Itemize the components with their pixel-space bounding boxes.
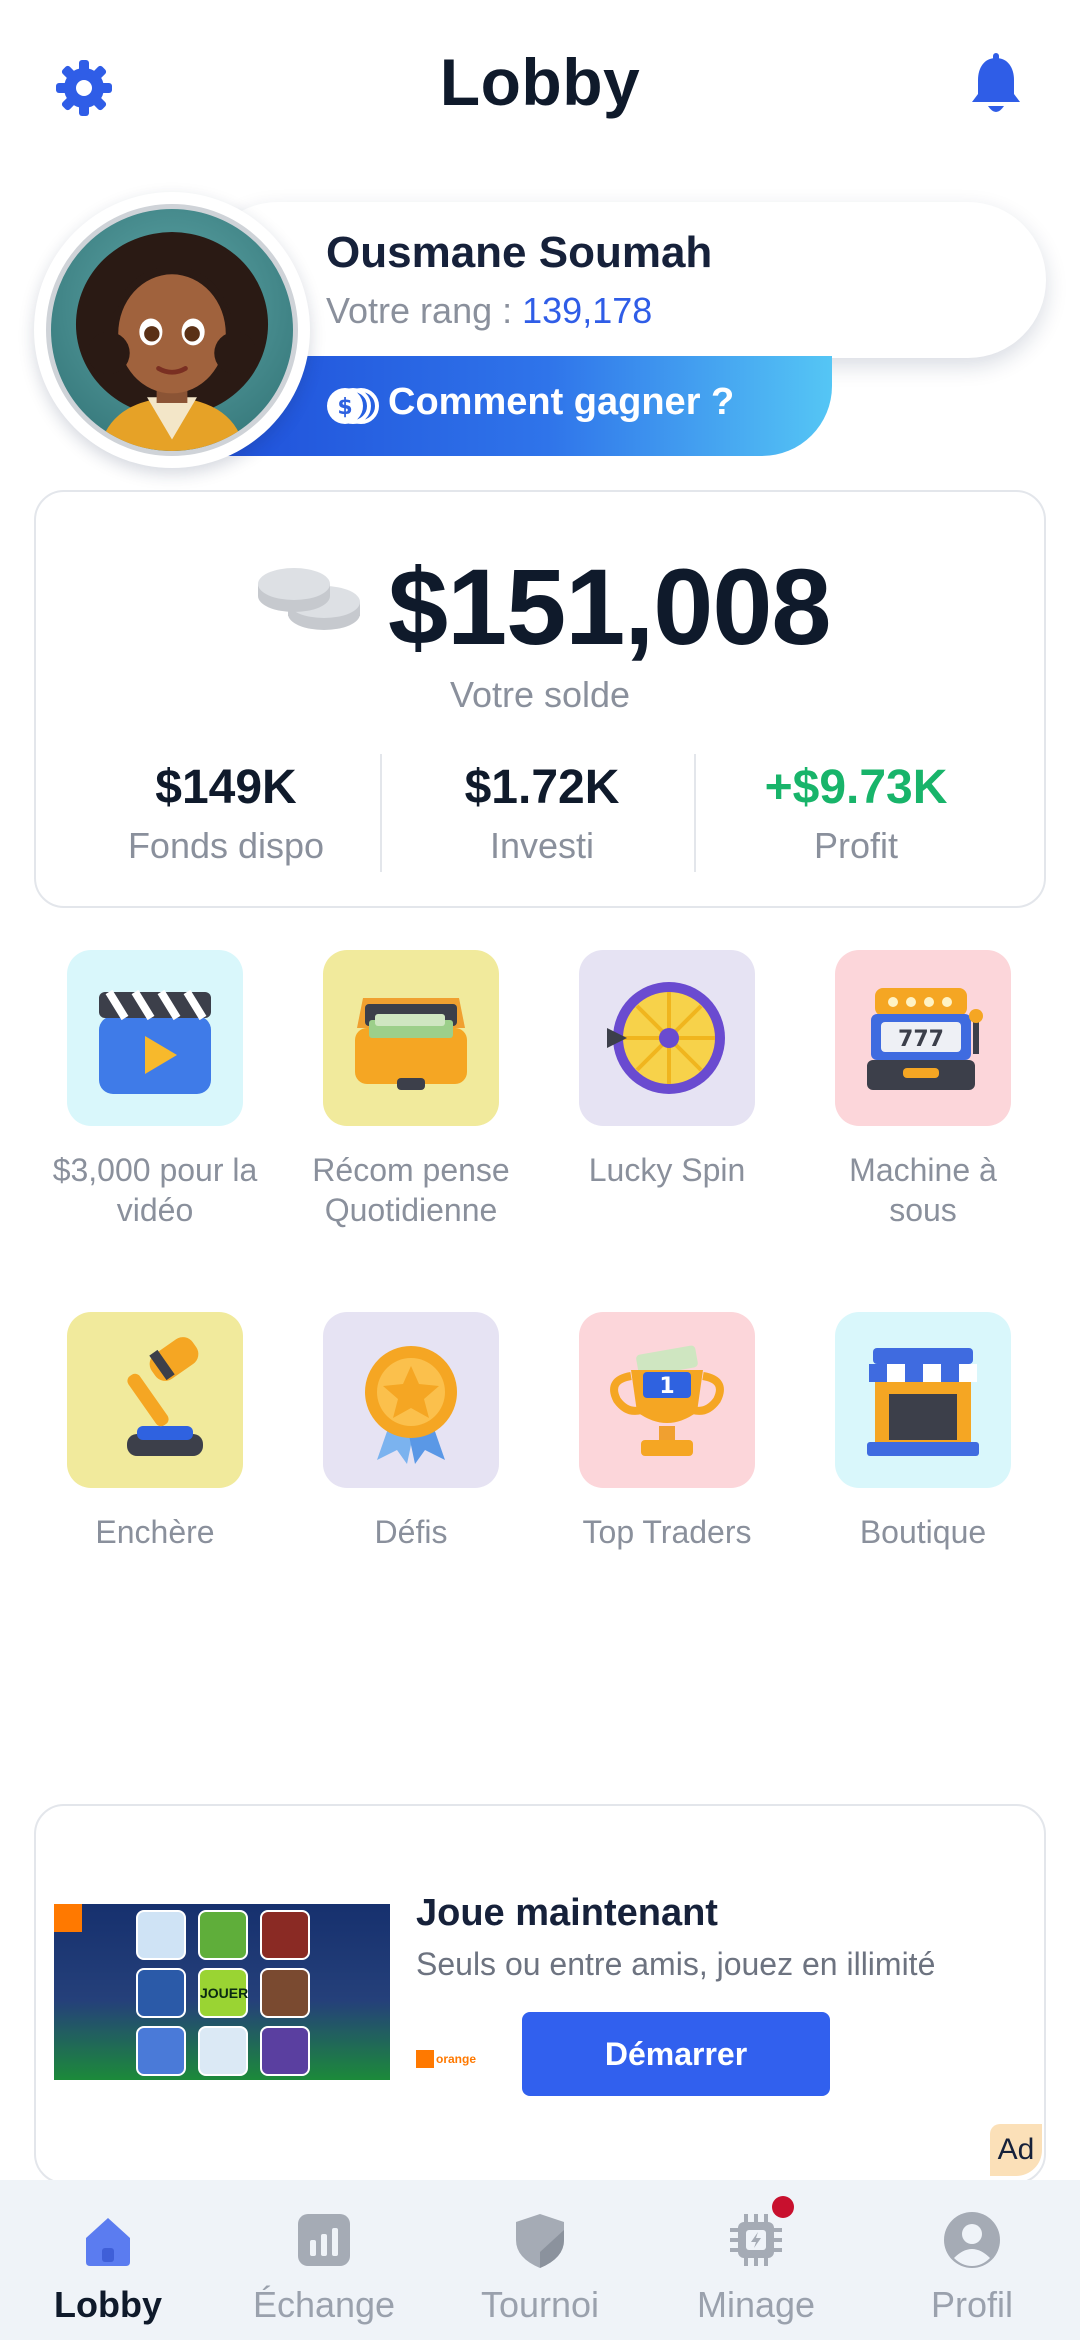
nav-lobby[interactable]: Lobby [8,2210,208,2326]
coins-icon: $ [325,386,379,426]
feature-label: Lucky Spin [588,1152,746,1188]
feature-label: Enchère [95,1514,215,1550]
stat-invested: $1.72K Investi [382,760,702,867]
nav-profile[interactable]: Profil [872,2210,1072,2326]
feature-tile [67,1312,243,1488]
rank-value: 139,178 [522,290,653,331]
chip-icon [726,2196,794,2270]
game-thumbnail [198,1910,248,1960]
page-title: Lobby [439,45,641,119]
nav-label: Tournoi [480,2284,600,2325]
game-thumbnail [136,1968,186,2018]
feature-lucky-spin[interactable]: Lucky Spin [562,950,772,1190]
game-thumbnail [136,1910,186,1960]
balance-label: Votre solde [449,674,631,715]
balance-card: $151,008 Votre solde $149K Fonds dispo $… [34,490,1046,908]
ad-image: JOUER [54,1904,390,2080]
earn-label: Comment gagner ? [388,381,735,423]
game-thumbnail [260,1910,310,1960]
stat-value: $1.72K [464,761,620,814]
notification-dot [772,2196,794,2218]
chart-icon [294,2210,354,2270]
nav-label: Profil [930,2284,1014,2325]
stat-available-funds: $149K Fonds dispo [66,760,386,867]
orange-logo [416,2050,434,2068]
stat-value: $149K [155,761,297,814]
play-tile: JOUER [198,1968,248,2018]
feature-slot-machine[interactable]: 777 Machine à sous [818,950,1028,1230]
feature-video-reward[interactable]: $3,000 pour la vidéo [50,950,260,1230]
avatar[interactable] [34,192,310,468]
header: Lobby [0,0,1080,175]
stat-label: Investi [489,825,595,866]
nav-exchange[interactable]: Échange [224,2210,424,2326]
stat-profit: +$9.73K Profit [696,760,1016,867]
spin-wheel-icon [607,982,725,1094]
balance-amount: $151,008 [388,546,831,667]
svg-text:1: 1 [659,1374,674,1399]
feature-tile [579,950,755,1126]
svg-text:$: $ [337,395,352,420]
nav-label: Échange [252,2284,396,2325]
feature-tile [67,950,243,1126]
bottom-nav: Lobby Échange Tournoi Minage Profil [0,2180,1080,2340]
game-thumbnail [136,2026,186,2076]
feature-label: Boutique [859,1514,987,1550]
user-icon [942,2210,1002,2270]
game-thumbnail [198,2026,248,2076]
ad-description: Seuls ou entre amis, jouez en illimité [416,1946,936,1982]
svg-text:777: 777 [898,1027,944,1052]
avatar-image [46,204,298,456]
slot-machine-icon: 777 [867,988,983,1090]
rank-label: Votre rang : [326,290,523,331]
rank-line: Votre rang : 139,178 [326,290,652,332]
game-thumbnail [260,1968,310,2018]
shield-icon [510,2210,570,2270]
ad-title: Joue maintenant [416,1892,718,1934]
stat-value: +$9.73K [764,761,948,814]
orange-logo [54,1904,82,1932]
medal-icon [365,1346,457,1464]
feature-tile: 777 [835,950,1011,1126]
nav-label: Minage [696,2284,816,2325]
profile-name: Ousmane Soumah [326,228,713,277]
feature-top-traders[interactable]: 1 Top Traders [562,1312,772,1552]
ad-badge: Ad [990,2124,1042,2176]
feature-tile: 1 [579,1312,755,1488]
money-case-icon [355,998,467,1090]
ad-brand-logo: orange [416,2050,480,2070]
feature-tile [835,1312,1011,1488]
feature-auction[interactable]: Enchère [50,1312,260,1552]
gavel-icon [127,1337,203,1456]
shop-icon [867,1348,979,1456]
trophy-icon: 1 [610,1345,724,1456]
home-icon [78,2210,138,2270]
feature-label: Machine à sous [849,1152,997,1228]
ad-brand-name: orange [436,2052,477,2066]
video-clapper-icon [99,989,211,1094]
feature-label: Défis [374,1514,448,1550]
coins-stack-icon [254,562,364,642]
profile-card[interactable] [200,202,1046,358]
stat-label: Fonds dispo [127,825,325,866]
nav-mining[interactable]: Minage [656,2196,856,2326]
feature-challenges[interactable]: Défis [306,1312,516,1552]
bell-icon[interactable] [964,52,1028,120]
stat-label: Profit [813,825,899,866]
ad-start-button[interactable]: Démarrer [522,2012,830,2096]
feature-shop[interactable]: Boutique [818,1312,1028,1552]
feature-label: Top Traders [582,1514,752,1550]
feature-label: Récom pense Quotidienne [312,1152,510,1228]
nav-label: Lobby [54,2284,162,2325]
feature-tile [323,950,499,1126]
game-thumbnail [260,2026,310,2076]
feature-tile [323,1312,499,1488]
ad-banner[interactable]: JOUER Joue maintenant Seuls ou entre ami… [34,1804,1046,2184]
feature-daily-reward[interactable]: Récom pense Quotidienne [306,950,516,1230]
nav-tournament[interactable]: Tournoi [440,2210,640,2326]
feature-label: $3,000 pour la vidéo [52,1152,258,1228]
